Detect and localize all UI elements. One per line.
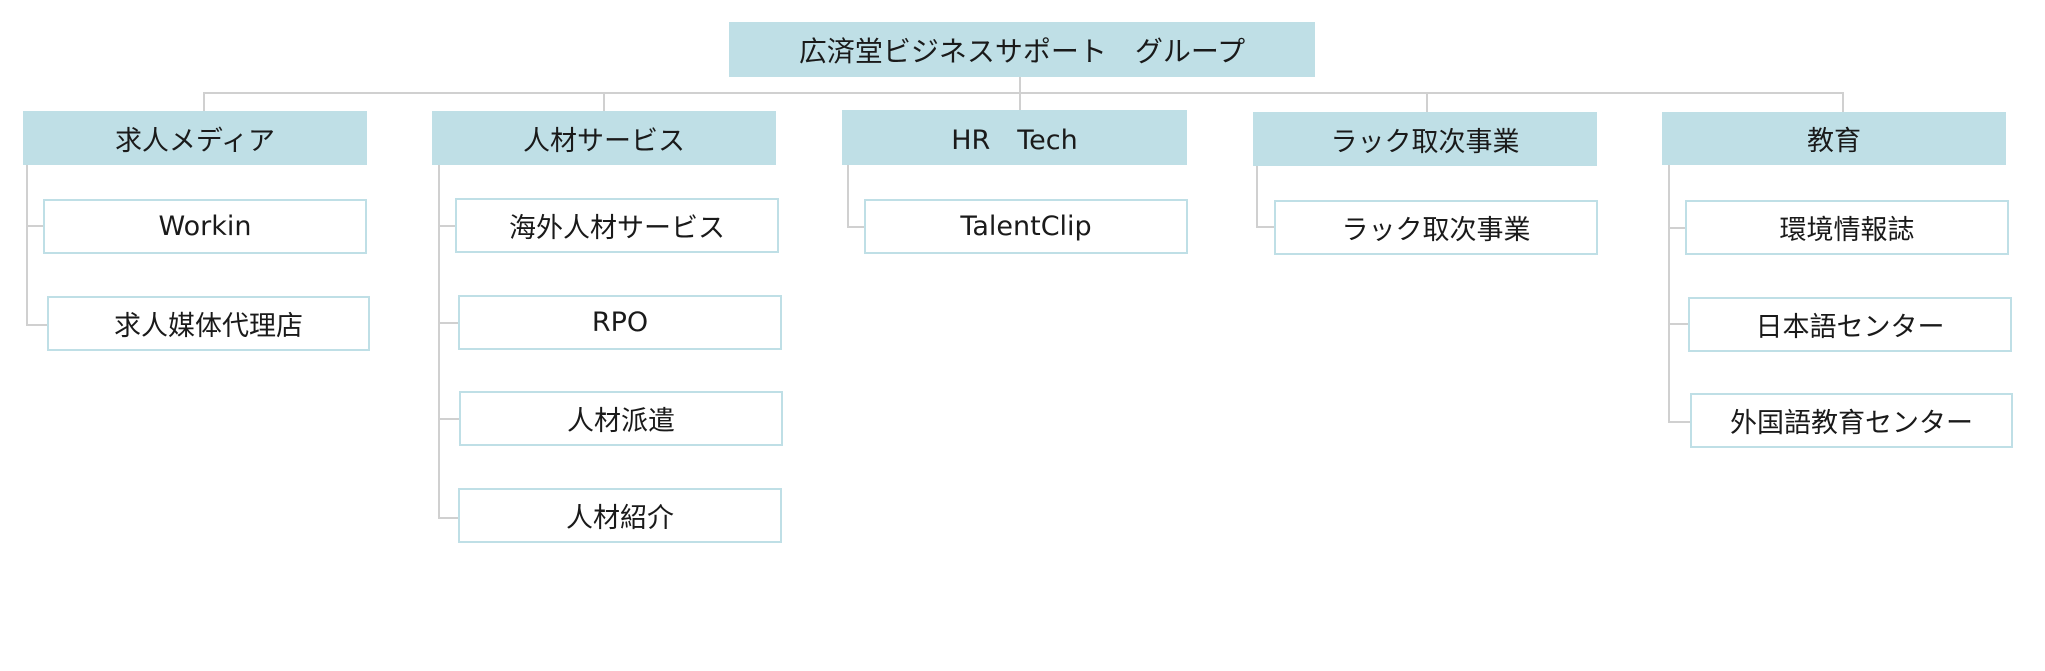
branch-tick bbox=[26, 225, 44, 227]
child-node: 海外人材サービス bbox=[455, 198, 779, 253]
branch-tick bbox=[847, 226, 864, 228]
branch-tick bbox=[438, 418, 459, 420]
branch-line-0 bbox=[26, 164, 28, 326]
child-node: 環境情報誌 bbox=[1685, 200, 2009, 255]
connector-cat-3 bbox=[1426, 92, 1428, 112]
branch-tick bbox=[438, 225, 455, 227]
child-node: RPO bbox=[458, 295, 782, 350]
category-node-rack-agency: ラック取次事業 bbox=[1253, 112, 1597, 166]
branch-line-4 bbox=[1668, 165, 1670, 423]
connector-cat-2 bbox=[1019, 92, 1021, 111]
category-node-hr-services: 人材サービス bbox=[432, 111, 776, 165]
category-node-recruit-media: 求人メディア bbox=[23, 111, 367, 165]
child-node: 人材紹介 bbox=[458, 488, 782, 543]
branch-tick bbox=[438, 517, 458, 519]
child-node: TalentClip bbox=[864, 199, 1188, 254]
child-node: 日本語センター bbox=[1688, 297, 2012, 352]
category-node-hr-tech: HR Tech bbox=[842, 110, 1187, 165]
branch-line-3 bbox=[1256, 166, 1258, 228]
branch-tick bbox=[26, 324, 47, 326]
branch-tick bbox=[1256, 226, 1274, 228]
child-node: ラック取次事業 bbox=[1274, 200, 1598, 255]
child-node: 求人媒体代理店 bbox=[47, 296, 370, 351]
branch-line-2 bbox=[847, 164, 849, 228]
root-node: 広済堂ビジネスサポート グループ bbox=[729, 22, 1315, 77]
top-bus-connector bbox=[203, 92, 1844, 94]
connector-cat-0 bbox=[203, 92, 205, 111]
branch-tick bbox=[438, 322, 458, 324]
connector-cat-4 bbox=[1842, 92, 1844, 112]
child-node: Workin bbox=[43, 199, 367, 254]
branch-line-1 bbox=[438, 164, 440, 519]
child-node: 人材派遣 bbox=[459, 391, 783, 446]
branch-tick bbox=[1668, 421, 1690, 423]
branch-tick bbox=[1668, 323, 1688, 325]
category-node-education: 教育 bbox=[1662, 112, 2006, 165]
connector-cat-1 bbox=[603, 92, 605, 111]
branch-tick bbox=[1668, 227, 1685, 229]
child-node: 外国語教育センター bbox=[1690, 393, 2013, 448]
